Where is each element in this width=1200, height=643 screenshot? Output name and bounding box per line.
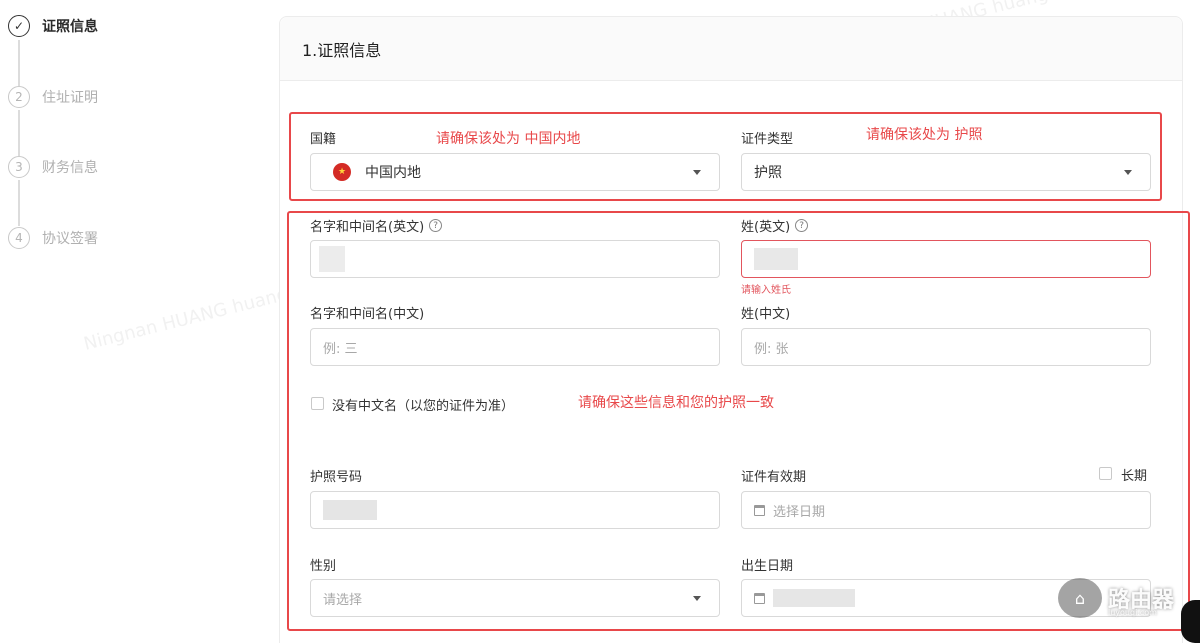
consistency-note: 请确保这些信息和您的护照一致 bbox=[578, 395, 774, 411]
step-connector bbox=[18, 110, 20, 156]
brand-watermark: ⌂ 路由器 luyouqi.com bbox=[1058, 578, 1174, 618]
id-type-note: 请确保该处为 护照 bbox=[866, 127, 983, 143]
nationality-note: 请确保该处为 中国内地 bbox=[436, 131, 581, 147]
step-number: 2 bbox=[8, 86, 30, 108]
step-number: 4 bbox=[8, 227, 30, 249]
annotation-frame-personal-info bbox=[287, 211, 1190, 631]
step-financial-info[interactable]: 3 财务信息 bbox=[8, 155, 98, 179]
step-label: 住址证明 bbox=[42, 90, 98, 106]
check-icon: ✓ bbox=[8, 15, 30, 37]
step-agreement[interactable]: 4 协议签署 bbox=[8, 226, 98, 250]
step-label: 协议签署 bbox=[42, 231, 98, 247]
brand-url: luyouqi.com bbox=[1108, 608, 1157, 617]
step-id-info[interactable]: ✓ 证照信息 bbox=[8, 14, 98, 38]
step-label: 财务信息 bbox=[42, 160, 98, 176]
annotation-frame-nationality bbox=[289, 112, 1162, 201]
card-title: 1.证照信息 bbox=[302, 40, 382, 60]
progress-stepper: ✓ 证照信息 2 住址证明 3 财务信息 4 协议签署 bbox=[0, 0, 200, 643]
step-number: 3 bbox=[8, 156, 30, 178]
floating-side-button[interactable] bbox=[1181, 600, 1200, 643]
step-connector bbox=[18, 180, 20, 226]
card-header: 1.证照信息 bbox=[280, 17, 1182, 81]
router-icon: ⌂ bbox=[1058, 578, 1102, 618]
step-address-proof[interactable]: 2 住址证明 bbox=[8, 85, 98, 109]
step-label: 证照信息 bbox=[42, 19, 98, 35]
step-connector bbox=[18, 40, 20, 86]
